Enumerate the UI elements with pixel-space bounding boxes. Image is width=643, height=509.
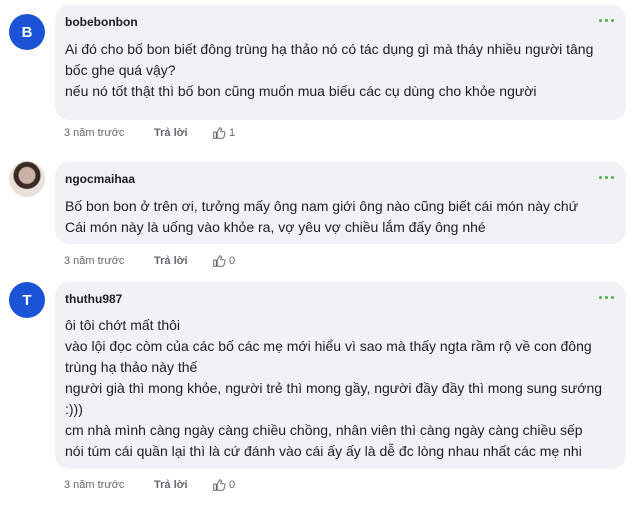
comment-text: Ai đó cho bố bon biết đông trùng hạ thảo… [65,39,593,102]
like-button[interactable]: 1 [212,126,235,140]
comment-time: 3 năm trước [64,255,125,267]
like-count: 0 [229,479,236,491]
comment-line: trùng hạ thảo này thế [65,359,198,375]
comment-line: Ai đó cho bố bon biết đông trùng hạ thảo… [65,41,594,57]
comment-line: Bố bon bon ở trên ơi, tưởng mấy ông nam … [65,198,579,214]
avatar[interactable]: B [9,14,45,50]
comment-meta: 3 năm trước Trả lời 0 [64,478,235,492]
reply-button[interactable]: Trả lời [154,127,212,139]
comment-line: ôi tôi chớt mất thôi [65,317,181,333]
comment-text: ôi tôi chớt mất thôi vào lội đọc còm của… [65,315,602,462]
comment-text: Bố bon bon ở trên ơi, tưởng mấy ông nam … [65,196,578,238]
like-count: 0 [229,255,236,267]
comment-line: nói túm cái quần lại thì là cứ đánh vào … [65,443,582,459]
thumbs-up-icon [213,255,226,267]
avatar[interactable] [9,161,45,197]
comment-line: :))) [65,401,83,417]
reply-button[interactable]: Trả lời [154,479,212,491]
thumbs-up-icon [213,127,226,139]
comment-line: Cái món này là uống vào khỏe ra, vợ yêu … [65,219,486,235]
more-dots-icon[interactable] [599,176,614,179]
comment-bubble: bobebonbon Ai đó cho bố bon biết đông tr… [55,5,626,120]
comment-line: người già thì mong khỏe, người trẻ thì m… [65,380,603,396]
more-dots-icon[interactable] [599,19,614,22]
comment-line: cm nhà mình càng ngày càng chiều chồng, … [65,422,583,438]
comment-line: vào lội đọc còm của các bố các mẹ mới hi… [65,338,592,354]
comment-author[interactable]: thuthu987 [65,292,122,306]
more-dots-icon[interactable] [599,296,614,299]
comment-time: 3 năm trước [64,127,125,139]
like-count: 1 [229,127,236,139]
comment-time: 3 năm trước [64,479,125,491]
avatar[interactable]: T [9,282,45,318]
thumbs-up-icon [213,479,226,491]
comment-line: nếu nó tốt thật thì bố bon cũng muốn mua… [65,83,537,99]
like-button[interactable]: 0 [212,478,235,492]
comment-meta: 3 năm trước Trả lời 0 [64,254,235,268]
comment-author[interactable]: ngocmaihaa [65,172,135,186]
reply-button[interactable]: Trả lời [154,255,212,267]
comment-author[interactable]: bobebonbon [65,15,138,29]
comment-line: bốc ghe quá vậy? [65,62,176,78]
like-button[interactable]: 0 [212,254,235,268]
comment-bubble: ngocmaihaa Bố bon bon ở trên ơi, tưởng m… [55,162,626,244]
comment-bubble: thuthu987 ôi tôi chớt mất thôi vào lội đ… [55,282,626,469]
comment-meta: 3 năm trước Trả lời 1 [64,126,235,140]
